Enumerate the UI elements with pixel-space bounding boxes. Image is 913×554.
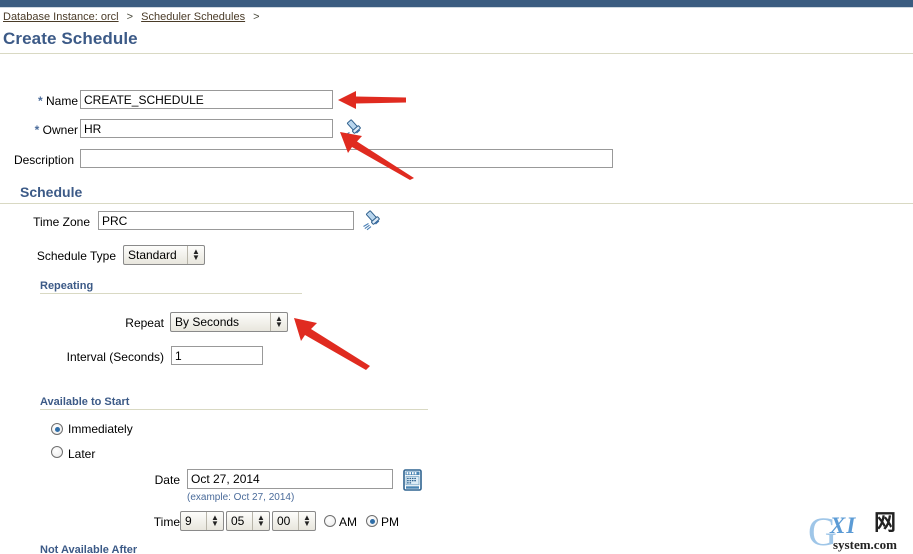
owner-required-marker: *: [34, 123, 40, 137]
not-available-after-header: Not Available After: [40, 544, 138, 553]
breadcrumb-link-database-instance[interactable]: Database Instance: orcl: [3, 11, 119, 23]
radio-later-label[interactable]: Later: [68, 447, 95, 461]
time-second-select[interactable]: 00 ▲ ▼: [272, 511, 316, 531]
available-to-start-header: Available to Start: [40, 396, 130, 408]
schedule-type-label: Schedule Type: [36, 249, 116, 263]
radio-pm[interactable]: [366, 515, 378, 527]
page-title: Create Schedule: [3, 29, 138, 48]
schedule-section-header: Schedule: [20, 184, 83, 200]
time-second-value: 00: [277, 514, 291, 528]
time-zone-input[interactable]: [98, 211, 354, 230]
top-window-bar: [0, 0, 913, 8]
time-zone-label: Time Zone: [33, 215, 90, 229]
radio-immediately[interactable]: [51, 423, 63, 435]
name-label: * Name: [10, 94, 78, 108]
owner-label: * Owner: [10, 123, 78, 137]
description-label: Description: [13, 153, 74, 167]
chevron-updown-icon: ▲ ▼: [298, 512, 315, 530]
not-available-after-section: Not Available After: [40, 544, 420, 553]
repeat-select[interactable]: By Seconds ▲ ▼: [170, 312, 288, 332]
repeating-subsection-header: Repeating: [40, 280, 94, 292]
radio-pm-label[interactable]: PM: [381, 515, 399, 529]
watermark-g: G: [808, 509, 837, 554]
watermark: G XI 网 system.com: [808, 509, 913, 554]
name-required-marker: *: [37, 94, 43, 108]
annotation-arrow-name: [336, 88, 408, 112]
interval-seconds-label: Interval (Seconds): [66, 350, 164, 364]
repeat-label: Repeat: [125, 316, 164, 330]
time-hour-value: 9: [185, 514, 192, 528]
annotation-arrow-repeat: [292, 314, 372, 370]
radio-later[interactable]: [51, 446, 63, 458]
watermark-cn-char: 网: [874, 511, 897, 536]
calendar-icon[interactable]: [402, 469, 423, 491]
time-label: Time: [153, 515, 180, 529]
page-title-divider: [0, 53, 913, 54]
chevron-updown-icon: ▲ ▼: [187, 246, 204, 264]
date-label: Date: [154, 473, 180, 487]
chevron-updown-icon: ▲ ▼: [252, 512, 269, 530]
radio-am[interactable]: [324, 515, 336, 527]
date-input[interactable]: [187, 469, 393, 489]
repeat-value: By Seconds: [175, 315, 240, 329]
watermark-domain: system.com: [833, 537, 897, 552]
flashlight-icon[interactable]: [362, 208, 386, 232]
interval-seconds-input[interactable]: [171, 346, 263, 365]
repeating-subsection-divider: [40, 293, 302, 294]
time-hour-select[interactable]: 9 ▲ ▼: [180, 511, 224, 531]
breadcrumb-link-scheduler-schedules[interactable]: Scheduler Schedules: [141, 11, 245, 23]
breadcrumb-separator: >: [126, 11, 134, 23]
name-label-text: Name: [45, 94, 78, 108]
name-input[interactable]: [80, 90, 333, 109]
owner-label-text: Owner: [42, 123, 78, 137]
chevron-updown-icon: ▲ ▼: [206, 512, 223, 530]
description-input[interactable]: [80, 149, 613, 168]
chevron-updown-icon: ▲ ▼: [270, 313, 287, 331]
schedule-type-select[interactable]: Standard ▲ ▼: [123, 245, 205, 265]
available-to-start-divider: [40, 409, 428, 410]
flashlight-icon[interactable]: [343, 117, 367, 141]
schedule-type-value: Standard: [128, 248, 177, 262]
time-minute-select[interactable]: 05 ▲ ▼: [226, 511, 270, 531]
breadcrumb-separator-2: >: [253, 11, 260, 23]
breadcrumb: Database Instance: orcl > Scheduler Sche…: [3, 11, 265, 23]
time-minute-value: 05: [231, 514, 245, 528]
radio-am-label[interactable]: AM: [339, 515, 357, 529]
schedule-section-divider: [0, 203, 913, 204]
date-example-hint: (example: Oct 27, 2014): [187, 492, 295, 503]
radio-immediately-label[interactable]: Immediately: [68, 422, 133, 436]
watermark-xi: XI: [830, 513, 857, 538]
owner-input[interactable]: [80, 119, 333, 138]
